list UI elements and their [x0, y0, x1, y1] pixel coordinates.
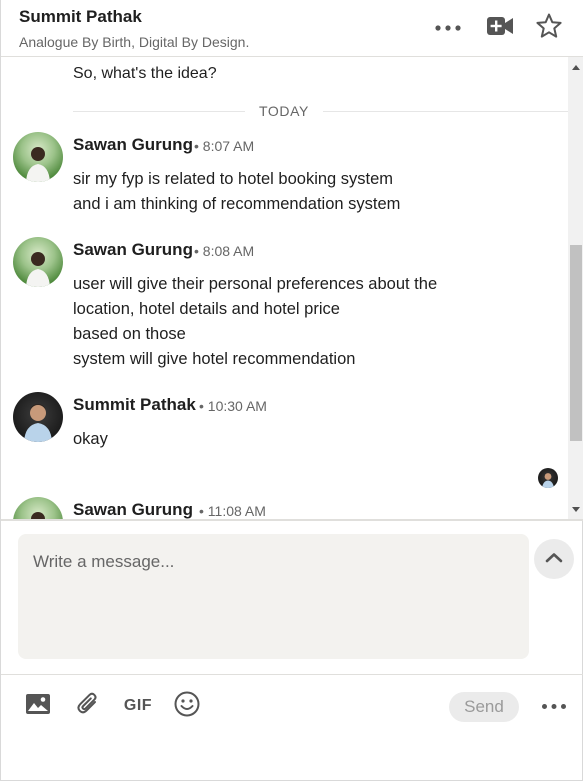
more-horizontal-icon: [434, 19, 462, 37]
sender-name[interactable]: Summit Pathak: [73, 395, 196, 415]
person-photo-icon: [542, 473, 554, 488]
date-divider-label: TODAY: [245, 103, 323, 119]
send-options-button[interactable]: [537, 689, 571, 723]
message-list[interactable]: So, what's the idea? TODAY Sawan Gurung …: [1, 57, 568, 519]
contact-headline: Analogue By Birth, Digital By Design.: [19, 34, 250, 50]
message-text: system will give hotel recommendation: [73, 350, 356, 368]
contact-name[interactable]: Summit Pathak: [19, 7, 142, 27]
video-call-icon: [486, 16, 514, 41]
star-conversation-button[interactable]: [531, 10, 567, 46]
expand-compose-button[interactable]: [534, 539, 574, 579]
avatar[interactable]: [13, 392, 63, 442]
read-receipt-avatar: [538, 468, 558, 488]
star-icon: [535, 12, 563, 45]
sender-name[interactable]: Sawan Gurung: [73, 240, 193, 260]
scroll-up-arrow-icon[interactable]: [568, 59, 583, 75]
message-input-placeholder: Write a message...: [33, 552, 175, 571]
message-text: and i am thinking of recommendation syst…: [73, 195, 401, 213]
message-text: sir my fyp is related to hotel booking s…: [73, 170, 394, 188]
message-text: user will give their personal preference…: [73, 275, 438, 293]
person-photo-icon: [26, 252, 50, 287]
avatar[interactable]: [13, 497, 63, 519]
image-icon: [25, 693, 51, 720]
conversation-header: Summit Pathak Analogue By Birth, Digital…: [1, 0, 583, 57]
chevron-up-icon: [545, 550, 563, 568]
message-text: based on those: [73, 325, 186, 343]
message-timestamp: • 11:08 AM: [199, 503, 266, 519]
toolbar-divider: [1, 674, 583, 675]
avatar[interactable]: [13, 132, 63, 182]
message-timestamp: • 10:30 AM: [199, 398, 267, 414]
scrollbar-thumb[interactable]: [570, 245, 582, 441]
smiley-face-icon: [174, 691, 200, 722]
sender-name[interactable]: Sawan Gurung: [73, 500, 193, 519]
send-button[interactable]: Send: [449, 692, 519, 722]
message-input[interactable]: Write a message...: [18, 534, 529, 659]
more-horizontal-icon: [541, 697, 567, 715]
attach-file-button[interactable]: [71, 689, 105, 723]
compose-divider: [1, 519, 583, 521]
person-photo-icon: [26, 147, 50, 182]
emoji-button[interactable]: [170, 689, 204, 723]
gif-button[interactable]: GIF: [121, 689, 155, 723]
more-options-button[interactable]: [430, 10, 466, 46]
previous-message-text: So, what's the idea?: [73, 65, 217, 82]
video-call-button[interactable]: [482, 10, 518, 46]
messaging-window: Summit Pathak Analogue By Birth, Digital…: [0, 0, 583, 781]
attach-image-button[interactable]: [21, 689, 55, 723]
scroll-down-arrow-icon[interactable]: [568, 501, 583, 517]
sender-name[interactable]: Sawan Gurung: [73, 135, 193, 155]
person-photo-icon: [31, 512, 45, 519]
message-text: location, hotel details and hotel price: [73, 300, 340, 318]
avatar[interactable]: [13, 237, 63, 287]
paperclip-icon: [75, 691, 101, 722]
message-timestamp: • 8:07 AM: [194, 138, 255, 154]
person-photo-icon: [24, 404, 52, 442]
message-scrollbar[interactable]: [568, 57, 583, 519]
message-text: okay: [73, 430, 108, 448]
message-timestamp: • 8:08 AM: [194, 243, 255, 259]
